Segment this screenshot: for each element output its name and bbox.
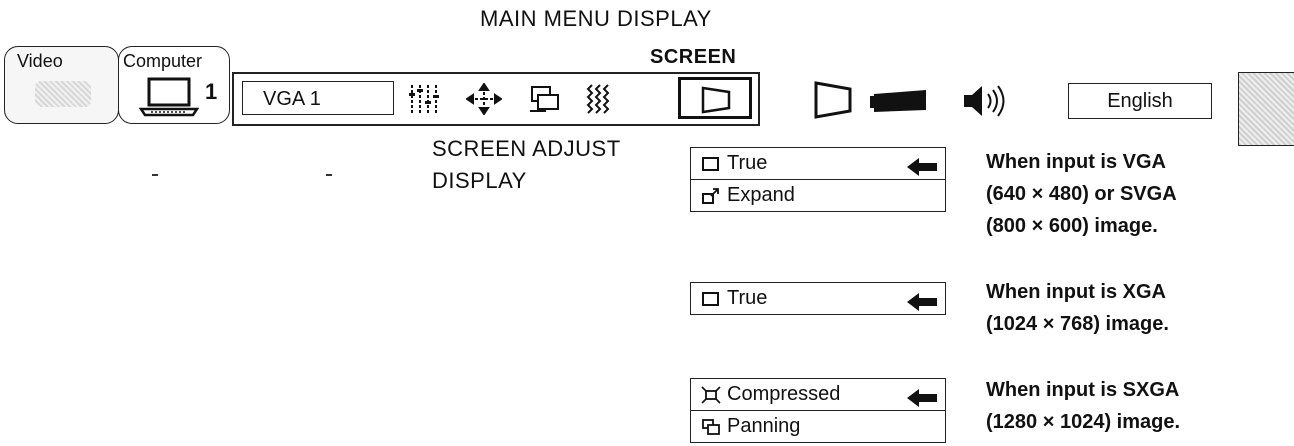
option-compressed[interactable]: Compressed	[691, 379, 945, 410]
option-label: True	[727, 287, 768, 309]
option-expand[interactable]: Expand	[691, 179, 945, 211]
image-adjust-icon[interactable]	[408, 83, 444, 115]
stray-mark	[326, 174, 332, 176]
note-line: (640 × 480) or SVGA	[986, 183, 1177, 205]
screen-menu-button[interactable]	[678, 77, 752, 119]
note-line: When input is SXGA	[986, 379, 1180, 401]
selected-arrow-icon	[907, 386, 937, 407]
option-box-xga: True	[690, 282, 946, 315]
option-panning[interactable]: Panning	[691, 410, 945, 442]
pc-adjust-icon[interactable]	[526, 83, 562, 115]
position-icon[interactable]	[465, 82, 503, 116]
screen-icon	[699, 84, 735, 116]
keystone-icon[interactable]	[812, 80, 856, 125]
option-true[interactable]: True	[691, 283, 945, 314]
screen-adjust-label-line1: SCREEN ADJUST	[432, 136, 621, 161]
speaker-icon[interactable]	[962, 82, 1014, 125]
note-line: (1280 × 1024) image.	[986, 411, 1181, 433]
main-menu-bar: VGA 1	[232, 72, 760, 126]
video-source-icon	[35, 81, 91, 107]
option-label: True	[727, 152, 768, 174]
panning-icon	[701, 417, 721, 437]
compressed-icon	[701, 385, 721, 405]
true-icon	[701, 289, 721, 309]
option-label: Compressed	[727, 383, 841, 405]
selected-arrow-icon	[907, 290, 937, 311]
note-line: When input is XGA	[986, 281, 1166, 303]
note-sxga: When input is SXGA (1280 × 1024) image.	[986, 374, 1180, 438]
note-line: When input is VGA	[986, 151, 1166, 173]
language-button[interactable]: English	[1068, 83, 1212, 119]
computer-source-number: 1	[205, 79, 218, 104]
screen-adjust-label: SCREEN ADJUST DISPLAY	[432, 133, 621, 197]
main-menu-title: MAIN MENU DISPLAY	[480, 6, 712, 31]
mode-field[interactable]: VGA 1	[242, 81, 394, 115]
screen-adjust-label-line2: DISPLAY	[432, 168, 527, 193]
selected-arrow-icon	[907, 155, 937, 176]
tab-computer-label: Computer	[123, 51, 203, 71]
option-box-vga: True Expand	[690, 147, 946, 212]
option-true[interactable]: True	[691, 148, 945, 179]
option-label: Expand	[727, 184, 795, 206]
tab-video-label: Video	[17, 51, 63, 71]
tab-video[interactable]: Video	[4, 46, 119, 124]
projector-icon[interactable]	[868, 86, 932, 121]
option-box-sxga: Compressed Panning	[690, 378, 946, 443]
screen-menu-label: SCREEN	[650, 46, 737, 68]
note-line: (1024 × 768) image.	[986, 313, 1169, 335]
note-xga: When input is XGA (1024 × 768) image.	[986, 276, 1169, 340]
stray-mark	[152, 174, 158, 176]
tab-computer[interactable]: Computer 1	[118, 46, 230, 124]
laptop-icon	[137, 77, 201, 122]
option-label: Panning	[727, 415, 801, 437]
note-vga: When input is VGA (640 × 480) or SVGA (8…	[986, 146, 1177, 242]
sound-wave-icon[interactable]	[584, 83, 620, 115]
expand-icon	[701, 186, 721, 206]
note-line: (800 × 600) image.	[986, 215, 1158, 237]
true-icon	[701, 154, 721, 174]
next-menu-tab[interactable]	[1238, 72, 1294, 146]
